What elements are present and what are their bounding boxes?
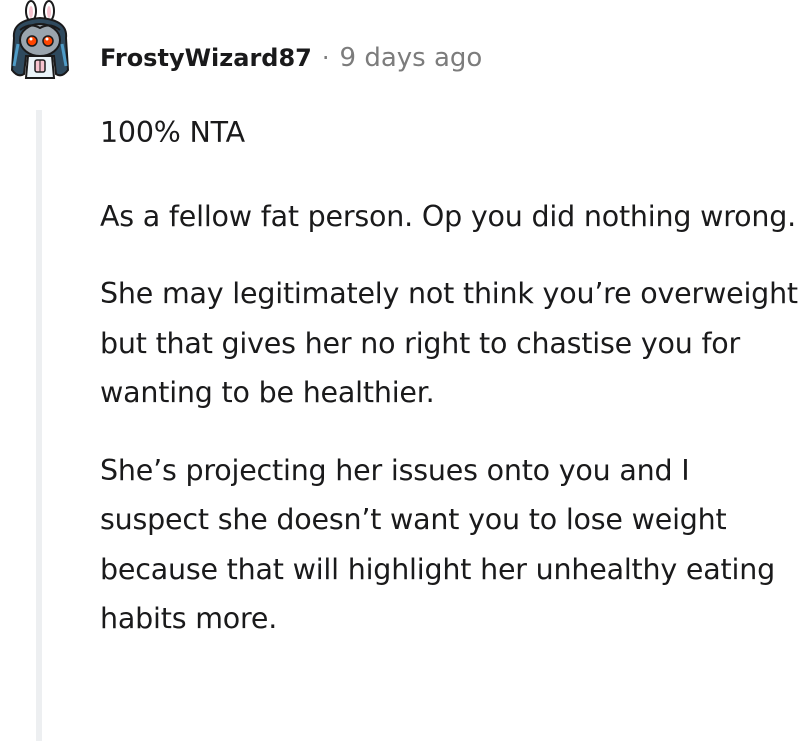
thread-collapse-line[interactable] — [36, 110, 42, 741]
comment: FrostyWizard87 · 9 days ago 100% NTA As … — [0, 0, 810, 741]
comment-paragraph: 100% NTA — [100, 116, 245, 149]
meta-separator: · — [321, 44, 330, 72]
comment-paragraph: She’s projecting her issues onto you and… — [100, 453, 775, 636]
comment-paragraph: She may legitimately not think you’re ov… — [100, 277, 798, 409]
comment-header: FrostyWizard87 · 9 days ago — [100, 38, 482, 78]
author-username[interactable]: FrostyWizard87 — [100, 44, 312, 72]
comment-body: 100% NTA As a fellow fat person. Op you … — [100, 108, 800, 672]
comment-timestamp[interactable]: 9 days ago — [340, 43, 483, 73]
snoo-avatar-icon[interactable] — [4, 0, 76, 84]
comment-paragraph: As a fellow fat person. Op you did nothi… — [100, 199, 796, 233]
